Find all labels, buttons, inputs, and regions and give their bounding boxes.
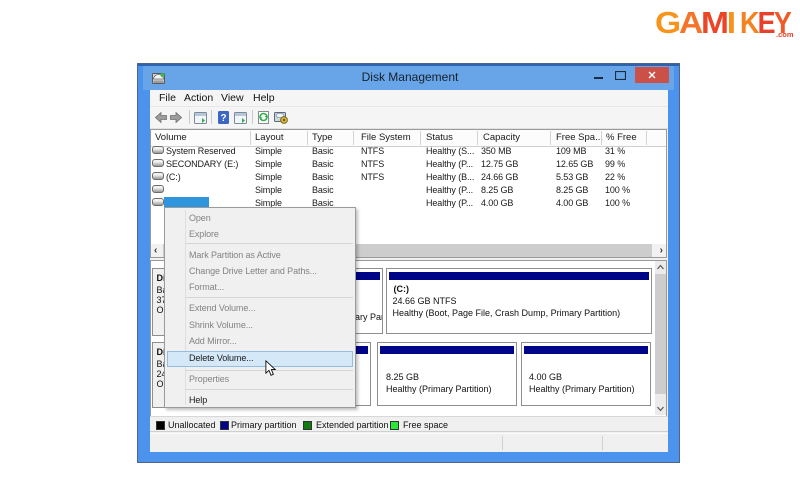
svg-text:.com: .com <box>776 30 794 39</box>
svg-text:GAMI: GAMI <box>655 5 734 40</box>
svg-text:?: ? <box>220 113 226 124</box>
